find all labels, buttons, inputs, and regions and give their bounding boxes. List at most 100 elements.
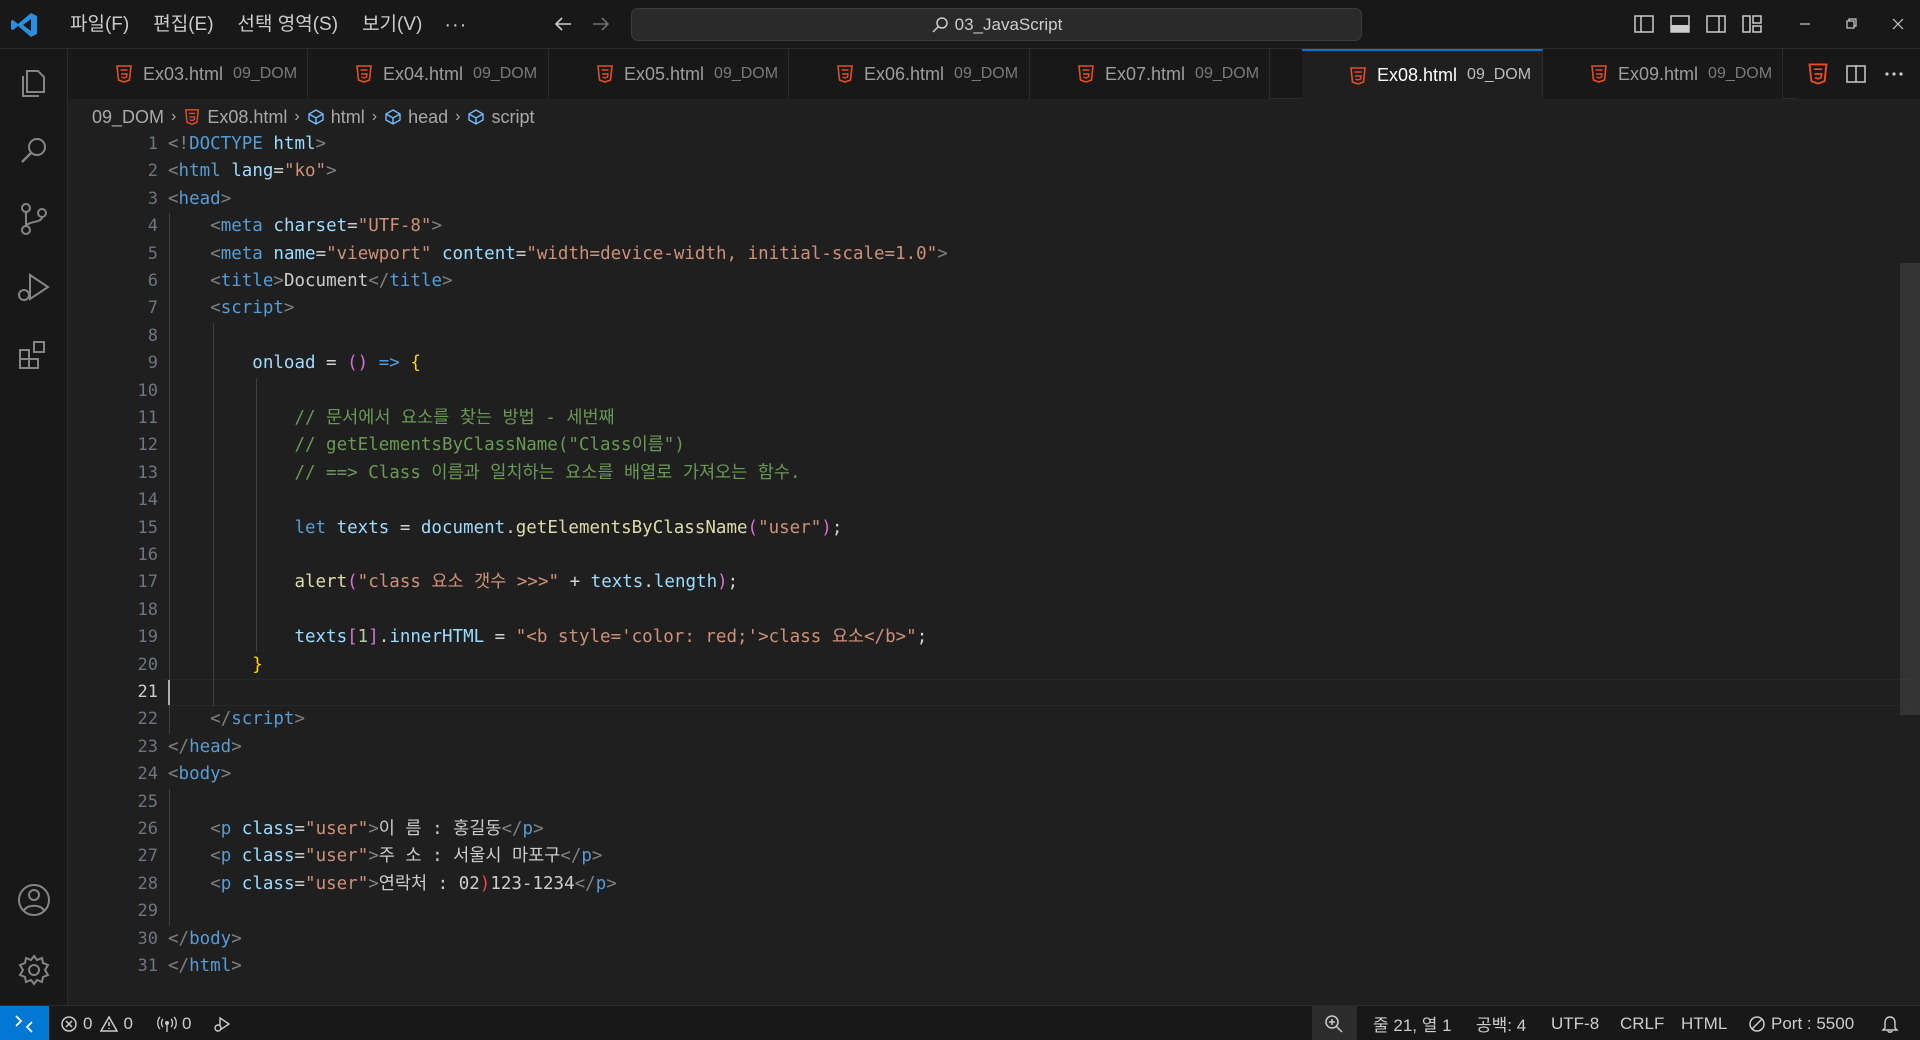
code-token: > [273, 271, 284, 291]
menu-selection[interactable]: 선택 영역(S) [226, 9, 351, 41]
code-token: = [389, 517, 421, 538]
code-line: <p class="user">이 름 : 홍길동</p> [168, 816, 543, 843]
problems-status[interactable]: 0 0 [60, 1006, 133, 1040]
indentation-status[interactable]: 공백: 4 [1476, 1006, 1526, 1040]
encoding-status[interactable]: UTF-8 [1551, 1006, 1599, 1040]
code-line: let texts = document.getElementsByClassN… [168, 515, 842, 542]
code-token: "user" [305, 819, 369, 839]
eol-status[interactable]: CRLF [1620, 1006, 1664, 1040]
tab-ex06[interactable]: Ex06.html 09_DOM [789, 49, 1030, 99]
breadcrumb-head[interactable]: head [384, 107, 448, 128]
accounts-icon[interactable] [14, 880, 54, 920]
search-view-icon[interactable] [14, 131, 54, 171]
tab-ex09[interactable]: Ex09.html 09_DOM [1543, 49, 1783, 99]
code-area[interactable]: <!DOCTYPE html> <html lang="ko"> <head> <m… [164, 131, 1914, 1005]
code-token: = [294, 819, 306, 839]
more-actions-icon[interactable] [1882, 62, 1906, 86]
line-number: 31 [137, 956, 158, 976]
html5-file-icon [356, 65, 372, 83]
breadcrumb-head-label: head [408, 106, 449, 127]
menu-edit[interactable]: 편집(E) [141, 9, 225, 41]
code-token: ) [821, 517, 832, 538]
code-line: </html> [168, 953, 242, 980]
restore-icon[interactable] [1839, 12, 1863, 36]
line-number: 14 [137, 490, 158, 511]
code-token: > [442, 271, 453, 291]
tab-ex04[interactable]: Ex04.html 09_DOM [308, 49, 549, 99]
code-token: Document [283, 271, 369, 291]
open-preview-icon[interactable] [1806, 62, 1830, 86]
tab-ex07[interactable]: Ex07.html 09_DOM [1030, 49, 1270, 99]
line-number: 5 [147, 243, 158, 264]
code-token: body [189, 928, 232, 949]
editor-actions [1798, 49, 1920, 99]
split-editor-icon[interactable] [1844, 62, 1868, 86]
code-token: < [210, 819, 221, 839]
toggle-primary-sidebar-icon[interactable] [1632, 12, 1656, 36]
remote-button[interactable] [0, 1006, 49, 1040]
live-server-status[interactable]: Port : 5500 [1748, 1006, 1854, 1040]
toggle-panel-icon[interactable] [1668, 12, 1692, 36]
tab-folder: 09_DOM [1467, 66, 1532, 83]
menu-view[interactable]: 보기(V) [350, 9, 434, 41]
line-number: 2 [147, 161, 158, 182]
breadcrumb-html[interactable]: html [307, 107, 365, 128]
tab-ex08[interactable]: Ex08.html 09_DOM [1302, 49, 1543, 99]
line-number: 12 [137, 435, 158, 456]
code-token: = [315, 243, 327, 264]
line-number-gutter: 1 2 3 4 5 6 7 8 9 10 11 12 13 14 15 16 17 18 19 20 21 22 23 24 2… [68, 131, 158, 1005]
ports-status[interactable]: 0 [157, 1006, 191, 1040]
breadcrumb-script[interactable]: script [467, 107, 534, 128]
tab-ex05[interactable]: Ex05.html 09_DOM [549, 49, 789, 99]
code-token: ( [347, 572, 358, 593]
line-number: 11 [137, 408, 158, 428]
code-token: innerHTML [389, 627, 485, 648]
customize-layout-icon[interactable] [1740, 12, 1764, 36]
zoom-button[interactable] [1312, 1006, 1357, 1040]
notifications-bell-icon[interactable] [1880, 1014, 1900, 1034]
code-token: // getElementsByClassName("Class이름") [294, 435, 685, 456]
live-server-port: Port : 5500 [1771, 1013, 1855, 1033]
line-number: 17 [137, 572, 158, 593]
breadcrumb-folder[interactable]: 09_DOM [92, 107, 164, 128]
cursor-position[interactable]: 줄 21, 열 1 [1373, 1006, 1452, 1040]
line-number: 4 [147, 216, 158, 237]
code-token: > [368, 873, 379, 894]
forward-arrow-icon[interactable] [589, 12, 613, 36]
close-window-icon[interactable] [1886, 12, 1910, 36]
toggle-secondary-sidebar-icon[interactable] [1704, 12, 1728, 36]
extensions-icon[interactable] [14, 335, 54, 375]
source-control-icon[interactable] [14, 199, 54, 239]
code-line: // 문서에서 요소를 찾는 방법 - 세번째 [168, 405, 614, 432]
run-and-debug-icon[interactable] [14, 267, 54, 307]
language-mode[interactable]: HTML [1681, 1006, 1727, 1040]
debug-status[interactable] [212, 1006, 237, 1040]
code-token: body [178, 764, 221, 785]
scrollbar-thumb[interactable] [1900, 263, 1920, 715]
vertical-scrollbar[interactable] [1900, 131, 1920, 1005]
minimize-icon[interactable] [1793, 12, 1817, 36]
tab-ex03[interactable]: Ex03.html 09_DOM [68, 49, 308, 99]
back-arrow-icon[interactable] [551, 12, 575, 36]
breadcrumb-file[interactable]: Ex08.html [183, 107, 287, 128]
command-center-search[interactable]: 03_JavaScript [631, 8, 1362, 41]
code-token: < [210, 243, 221, 264]
line-number: 28 [137, 873, 158, 894]
code-line: <head> [168, 186, 231, 213]
menu-more-button[interactable]: ··· [434, 9, 477, 41]
code-editor[interactable]: 1 2 3 4 5 6 7 8 9 10 11 12 13 14 15 16 17 18 19 20 21 22 23 24 2… [68, 131, 1920, 1005]
code-token: = [273, 161, 284, 182]
code-token: </ [560, 846, 582, 867]
menu-file[interactable]: 파일(F) [58, 9, 141, 41]
code-line: </head> [168, 734, 242, 761]
code-token: </ [168, 928, 190, 949]
code-line: <p class="user">주 소 : 서울시 마포구</p> [168, 843, 602, 870]
settings-gear-icon[interactable] [14, 950, 54, 990]
explorer-icon[interactable] [14, 63, 54, 103]
code-line: <meta charset="UTF-8"> [168, 213, 442, 240]
